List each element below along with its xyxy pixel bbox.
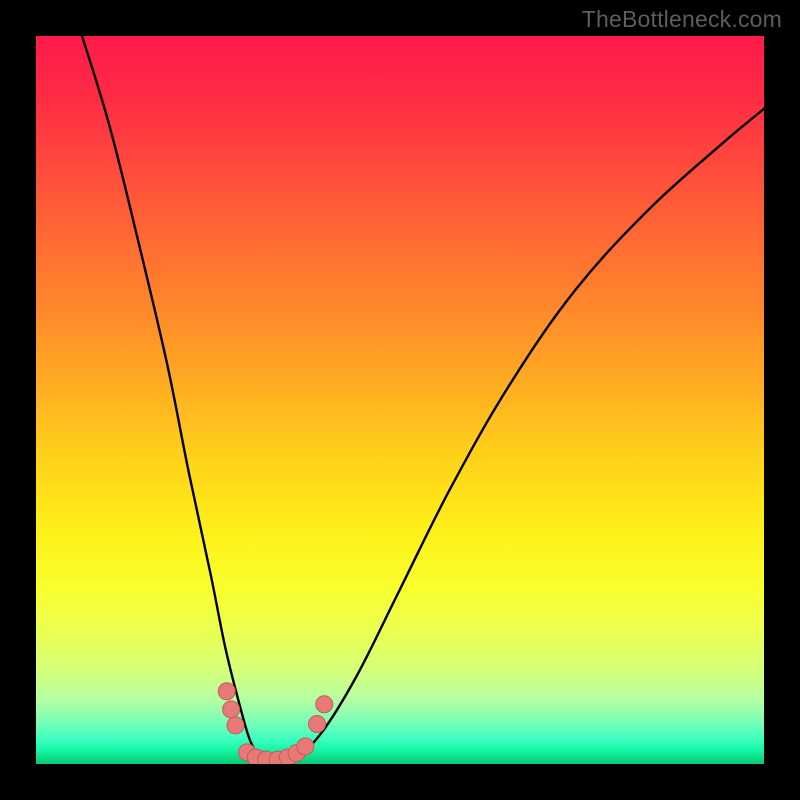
bottleneck-curve bbox=[80, 36, 764, 760]
chart-svg bbox=[36, 36, 764, 764]
threshold-bead bbox=[227, 717, 244, 734]
threshold-bead bbox=[297, 738, 314, 755]
outer-frame: TheBottleneck.com bbox=[0, 0, 800, 800]
threshold-bead bbox=[309, 715, 326, 732]
threshold-bead bbox=[316, 696, 333, 713]
threshold-bead bbox=[223, 701, 240, 718]
threshold-beads-group bbox=[218, 683, 333, 764]
attribution-text: TheBottleneck.com bbox=[582, 6, 782, 33]
chart-plot-area bbox=[36, 36, 764, 764]
threshold-bead bbox=[218, 683, 235, 700]
